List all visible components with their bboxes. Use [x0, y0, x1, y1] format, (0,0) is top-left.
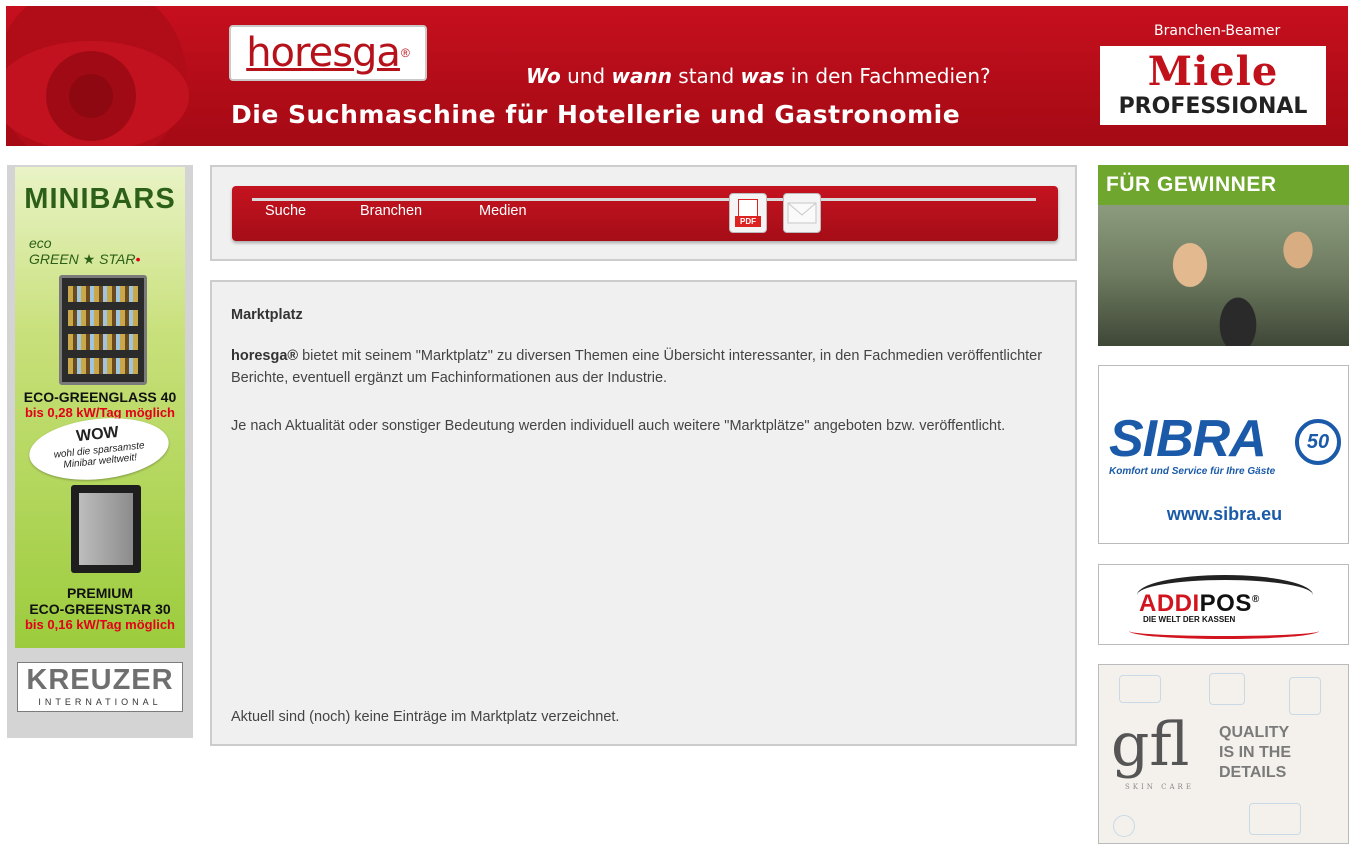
sibra-50-badge: 50	[1295, 419, 1341, 465]
sibra-slogan: Komfort und Service für Ihre Gäste	[1109, 466, 1276, 477]
tagline-wo: Wo	[526, 64, 561, 88]
gfl-slogan-1: QUALITY	[1219, 724, 1290, 741]
eco-small: eco	[29, 235, 52, 251]
miele-ad[interactable]: Miele PROFESSIONAL	[1100, 46, 1326, 125]
eye-icon	[6, 6, 189, 146]
miele-sub-text: PROFESSIONAL	[1118, 94, 1308, 119]
addipos-red: ADDI	[1139, 590, 1200, 617]
navigation-panel: Suche Branchen Medien PDF	[210, 165, 1077, 261]
gfl-deco-2	[1209, 673, 1245, 705]
model2-sub: bis 0,16 kW/Tag möglich	[24, 617, 175, 632]
gfl-deco-1	[1119, 675, 1161, 703]
sibra-logo: SIBRA	[1109, 410, 1267, 468]
tagline: Wo und wann stand was in den Fachmedien?	[526, 64, 991, 88]
model2-line1: PREMIUM	[66, 585, 134, 601]
tagline-wann: wann	[611, 64, 672, 88]
branchen-beamer-label: Branchen-Beamer	[1154, 23, 1281, 39]
eco-greenstar-logo: eco GREEN ★ STAR•	[29, 235, 179, 268]
site-title: Die Suchmaschine für Hotellerie und Gast…	[231, 100, 961, 129]
tagline-stand: stand	[671, 64, 741, 88]
restaurant-photo	[1098, 205, 1349, 346]
minibars-title: MINIBARS	[24, 183, 176, 215]
fuer-gewinner-ad[interactable]: FÜR GEWINNER	[1098, 165, 1349, 346]
nav-item-branchen[interactable]: Branchen	[360, 203, 422, 219]
tagline-was: was	[740, 64, 785, 88]
navigation-bar: Suche Branchen Medien PDF	[232, 186, 1058, 241]
gfl-sub: SKIN CARE	[1125, 783, 1194, 791]
eco-star: STAR	[99, 251, 136, 267]
gfl-ad[interactable]: gfl SKIN CARE QUALITY IS IN THE DETAILS	[1098, 664, 1349, 844]
kreuzer-name: KREUZER	[26, 664, 174, 696]
tagline-end: in den Fachmedien?	[784, 64, 991, 88]
gfl-slogan-2: IS IN THE	[1219, 744, 1292, 761]
header-banner: horesga ® Wo und wann stand was in den Fa…	[6, 6, 1348, 146]
addipos-swoosh	[1129, 623, 1319, 639]
page-title: Marktplatz	[231, 307, 303, 323]
gewinner-bar: FÜR GEWINNER	[1098, 165, 1349, 205]
kreuzer-sub: INTERNATIONAL	[38, 697, 162, 707]
horesga-logo[interactable]: horesga ®	[229, 25, 427, 81]
pdf-tag: PDF	[735, 216, 761, 227]
eco-green: GREEN	[29, 251, 79, 267]
nav-item-suche[interactable]: Suche	[265, 203, 306, 219]
eco-dot: •	[135, 251, 141, 267]
star-icon: ★	[82, 251, 96, 267]
logo-registered-mark: ®	[400, 46, 410, 60]
solid-minibar-image	[71, 485, 141, 573]
gfl-logo: gfl	[1111, 710, 1190, 780]
addipos-black: POS	[1199, 590, 1252, 617]
model1-name: ECO-GREENGLASS 40	[23, 389, 177, 405]
tagline-und: und	[560, 64, 612, 88]
wow-badge: WOW wohl die sparsamste Minibar weltweit…	[26, 411, 172, 487]
addipos-logo: ADDIPOS®	[1139, 590, 1260, 618]
content-panel: Marktplatz horesga® bietet mit seinem "M…	[210, 280, 1077, 746]
addipos-reg: ®	[1251, 594, 1260, 605]
nav-item-medien[interactable]: Medien	[479, 203, 527, 219]
second-paragraph: Je nach Aktualität oder sonstiger Bedeut…	[231, 418, 1006, 434]
nav-highlight-line	[252, 198, 1036, 201]
empty-state-text: Aktuell sind (noch) keine Einträge im Ma…	[231, 709, 620, 725]
gewinner-title: FÜR GEWINNER	[1106, 173, 1277, 196]
intro-brand: horesga®	[231, 348, 299, 364]
minibars-ad[interactable]: MINIBARS eco GREEN ★ STAR• ECO-GREENGLAS…	[7, 165, 193, 738]
glass-minibar-image	[59, 275, 147, 385]
gfl-slogan: QUALITY IS IN THE DETAILS	[1219, 723, 1291, 783]
sibra-ad[interactable]: SIBRA 50 Komfort und Service für Ihre Gä…	[1098, 365, 1349, 544]
mail-icon[interactable]	[783, 193, 821, 233]
addipos-ad[interactable]: ADDIPOS® DIE WELT DER KASSEN	[1098, 564, 1349, 645]
minibars-ad-inner: MINIBARS eco GREEN ★ STAR• ECO-GREENGLAS…	[15, 167, 185, 648]
gfl-deco-5	[1113, 815, 1135, 837]
intro-paragraph: horesga® bietet mit seinem "Marktplatz" …	[231, 345, 1051, 389]
miele-logo-text: Miele	[1147, 48, 1279, 95]
gfl-slogan-3: DETAILS	[1219, 764, 1287, 781]
gfl-deco-3	[1289, 677, 1321, 715]
sibra-url: www.sibra.eu	[1166, 504, 1283, 524]
model2-line2: ECO-GREENSTAR 30	[29, 601, 171, 617]
gfl-deco-4	[1249, 803, 1301, 835]
kreuzer-logo: KREUZER INTERNATIONAL	[17, 662, 183, 712]
logo-text: horesga	[246, 30, 401, 76]
intro-text: bietet mit seinem "Marktplatz" zu divers…	[231, 348, 1043, 386]
pdf-icon[interactable]: PDF	[729, 193, 767, 233]
